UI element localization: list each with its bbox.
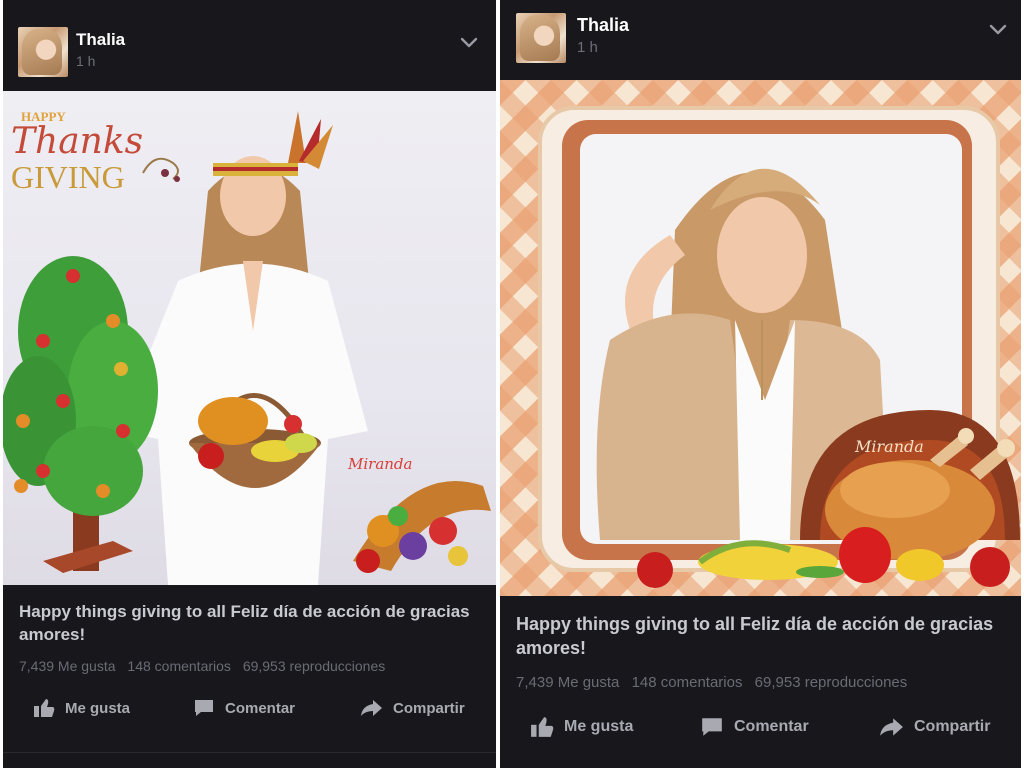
post-time[interactable]: 1 h xyxy=(76,53,95,69)
post-header: Thalia 1 h xyxy=(500,0,1021,80)
comment-bubble-icon xyxy=(195,700,213,716)
post-caption: Happy things giving to all Feliz día de … xyxy=(19,602,470,644)
post-caption: Happy things giving to all Feliz día de … xyxy=(516,614,994,658)
chevron-down-icon[interactable] xyxy=(989,23,1007,37)
like-label: Me gusta xyxy=(564,718,634,735)
title-thanks: Thanks xyxy=(11,121,143,162)
thanksgiving-illustration: Miranda xyxy=(500,80,1021,596)
share-arrow-icon xyxy=(880,718,903,736)
share-button[interactable]: Compartir xyxy=(878,716,990,738)
like-thumb-icon xyxy=(531,717,554,737)
post-image[interactable]: HAPPY Thanks GIVING Miranda xyxy=(3,91,496,585)
avatar[interactable] xyxy=(18,27,68,77)
action-bar: Me gusta Comentar Compartir xyxy=(3,688,496,728)
post-card: Thalia 1 h Miranda Happy things giving t… xyxy=(500,0,1021,768)
share-label: Compartir xyxy=(914,718,991,735)
screenshot-stage: Thalia 1 h HAPPY Thanks GIVING Miranda H… xyxy=(0,0,1024,768)
comment-button[interactable]: Comentar xyxy=(700,716,809,738)
likes-count[interactable]: 7,439 Me gusta xyxy=(19,658,116,674)
post-stats: 7,439 Me gusta 148 comentarios 69,953 re… xyxy=(516,674,915,691)
comments-count[interactable]: 148 comentarios xyxy=(632,674,743,691)
views-count: 69,953 reproducciones xyxy=(754,674,908,691)
views-count: 69,953 reproducciones xyxy=(242,658,386,674)
like-button[interactable]: Me gusta xyxy=(33,698,130,718)
chevron-down-icon[interactable] xyxy=(460,36,478,50)
avatar[interactable] xyxy=(516,13,566,63)
signature: Miranda xyxy=(854,437,924,456)
author-name[interactable]: Thalia xyxy=(577,15,629,36)
share-arrow-icon xyxy=(361,700,382,716)
post-stats: 7,439 Me gusta 148 comentarios 69,953 re… xyxy=(19,658,393,674)
post-time[interactable]: 1 h xyxy=(577,39,598,56)
comment-button[interactable]: Comentar xyxy=(193,698,295,718)
action-bar: Me gusta Comentar Compartir xyxy=(500,706,1021,746)
comment-bubble-icon xyxy=(702,718,722,736)
divider xyxy=(3,752,496,753)
title-giving: GIVING xyxy=(11,159,125,195)
signature: Miranda xyxy=(347,455,412,473)
post-image[interactable]: Miranda xyxy=(500,80,1021,596)
comment-label: Comentar xyxy=(734,718,809,735)
share-label: Compartir xyxy=(393,699,465,717)
share-button[interactable]: Compartir xyxy=(359,698,465,718)
comments-count[interactable]: 148 comentarios xyxy=(127,658,231,674)
comment-label: Comentar xyxy=(225,699,296,717)
post-header: Thalia 1 h xyxy=(3,0,496,90)
like-label: Me gusta xyxy=(65,699,131,717)
likes-count[interactable]: 7,439 Me gusta xyxy=(516,674,619,691)
like-thumb-icon xyxy=(34,699,55,717)
like-button[interactable]: Me gusta xyxy=(530,716,633,738)
author-name[interactable]: Thalia xyxy=(76,30,125,50)
post-card: Thalia 1 h HAPPY Thanks GIVING Miranda H… xyxy=(3,0,496,768)
thanksgiving-illustration: HAPPY Thanks GIVING Miranda xyxy=(3,109,491,585)
